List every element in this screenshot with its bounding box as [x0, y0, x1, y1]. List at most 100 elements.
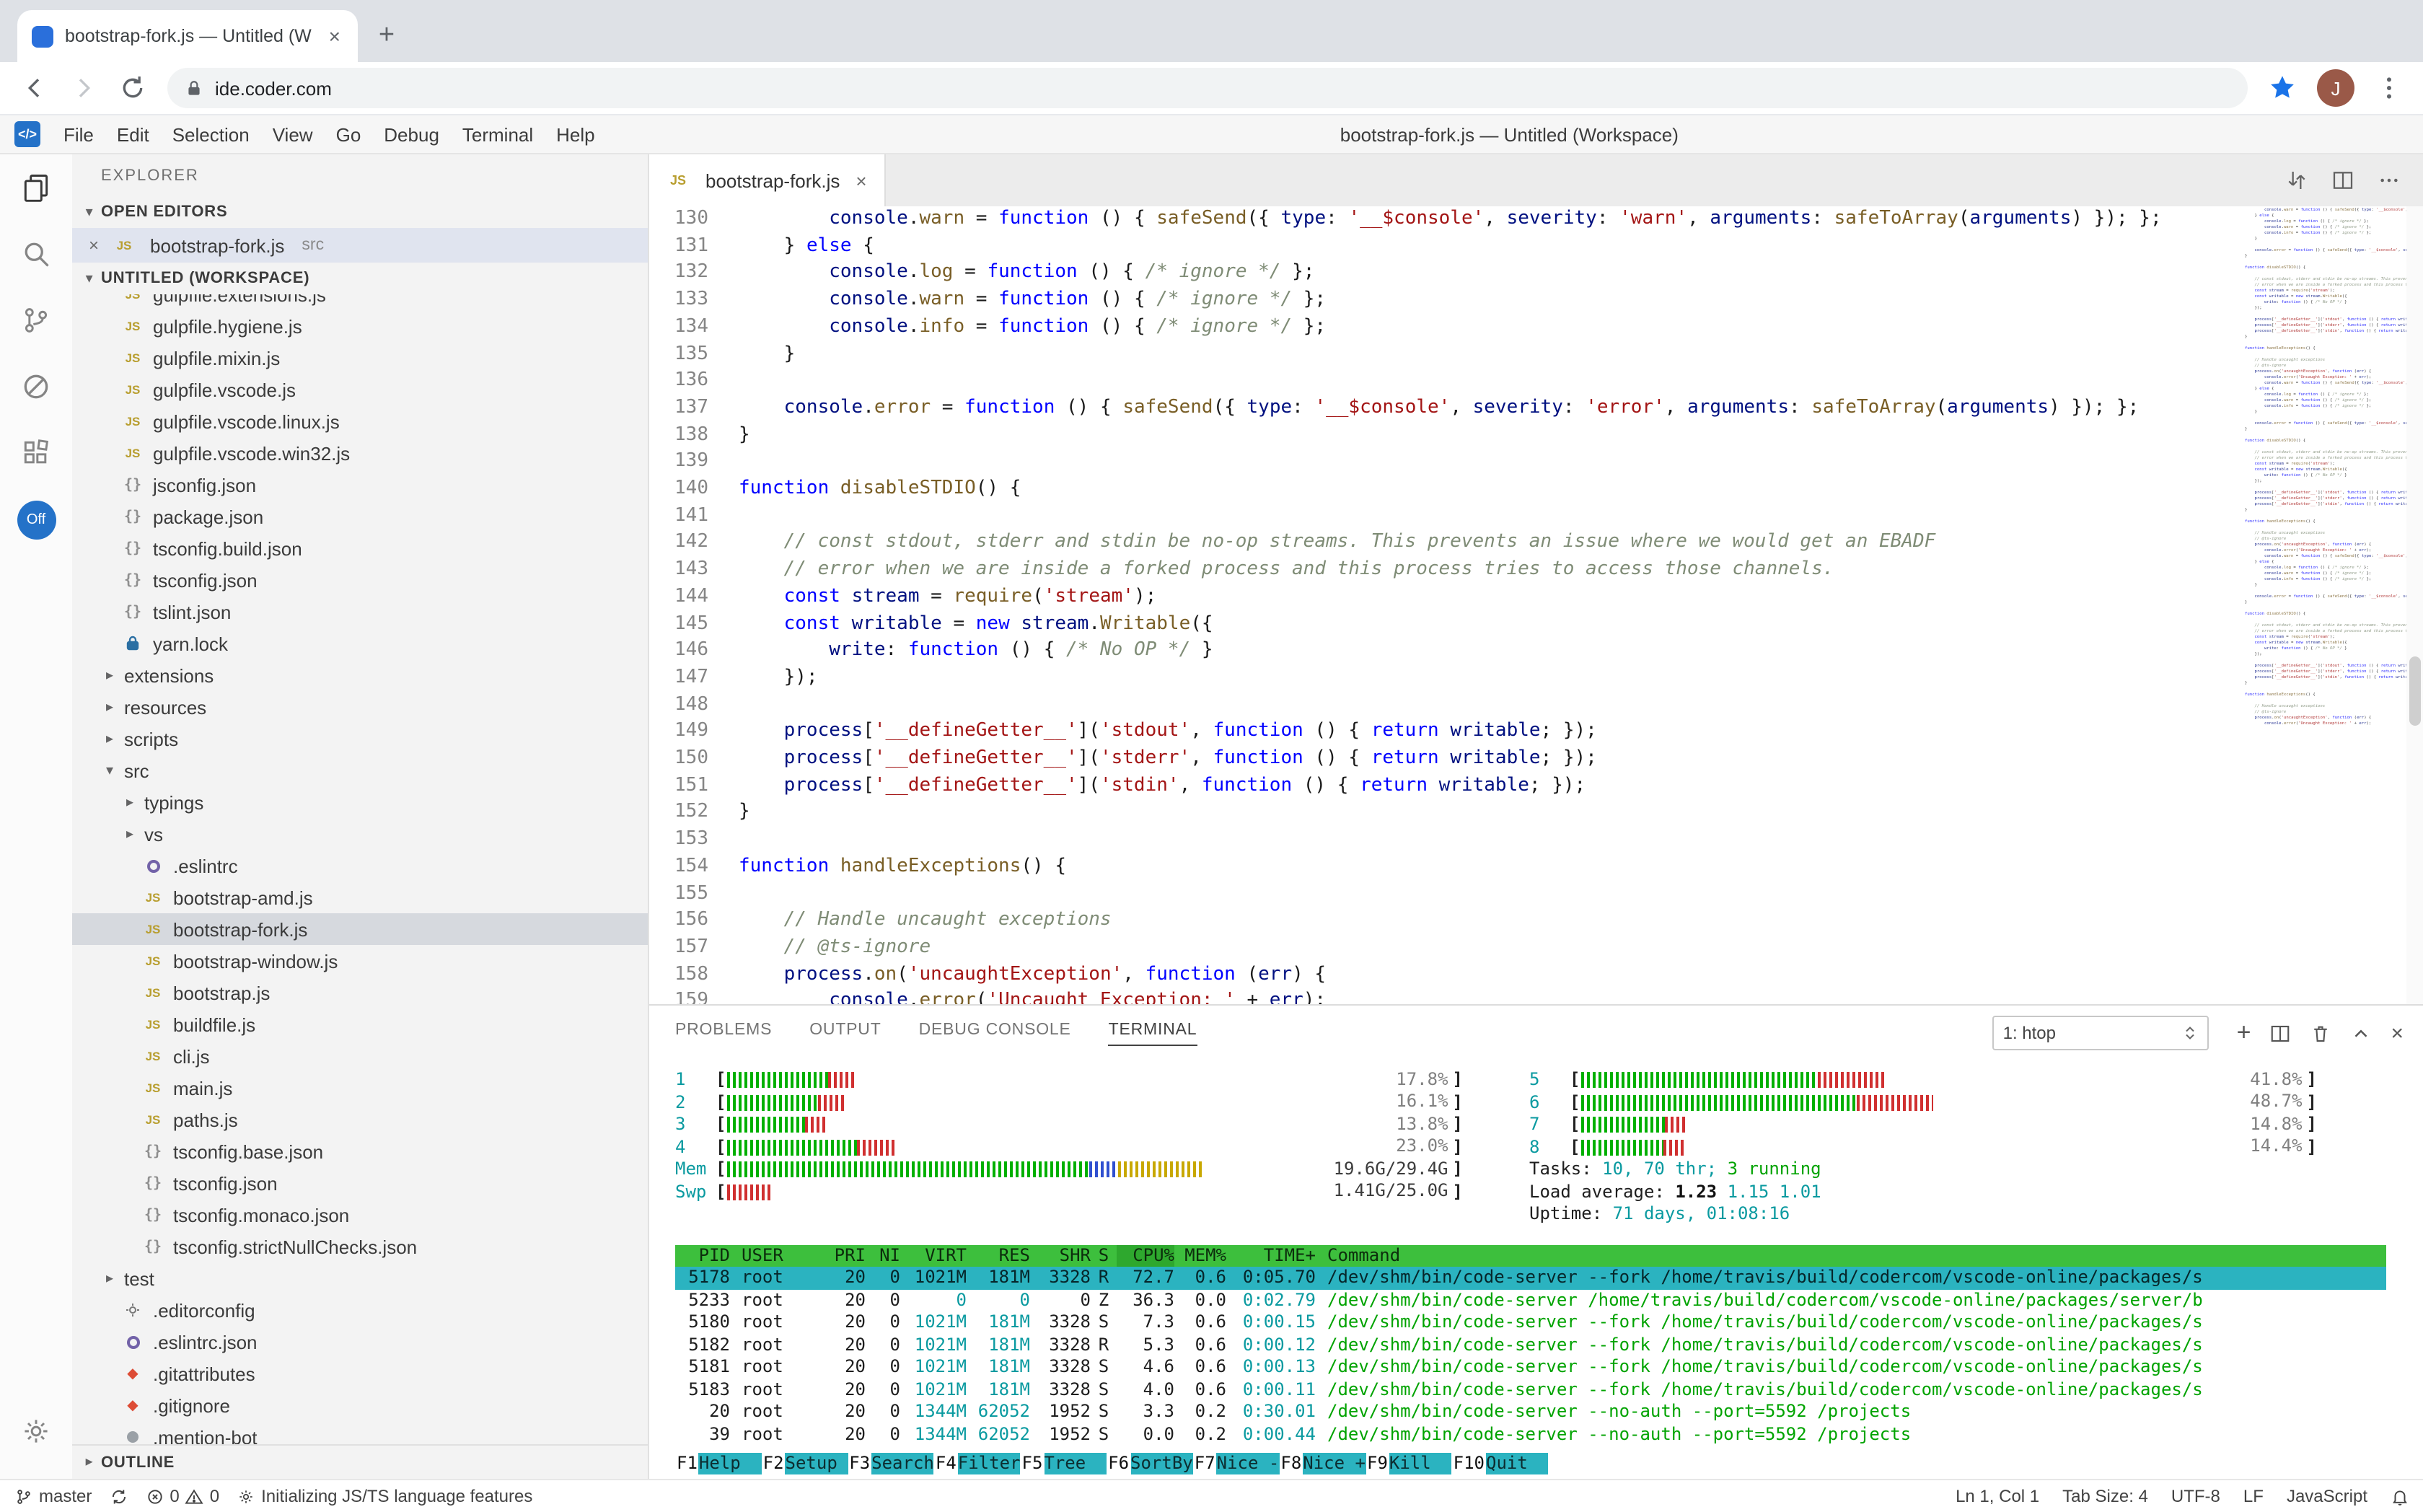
column-header-mem[interactable]: MEM%	[1174, 1244, 1226, 1267]
forward-icon[interactable]	[69, 74, 98, 102]
column-header-pid[interactable]: PID	[675, 1244, 730, 1267]
process-row[interactable]: 39root2001344M620521952S0.00.20:00.44/de…	[675, 1423, 2386, 1446]
branch-indicator[interactable]: master	[14, 1486, 92, 1506]
open-editors-header[interactable]: ▾ OPEN EDITORS	[72, 196, 648, 228]
tab-close-icon[interactable]: ×	[856, 170, 866, 191]
fkey-f3[interactable]: F3	[848, 1452, 871, 1474]
tree-item-tsconfig.monaco.json[interactable]: {}tsconfig.monaco.json	[72, 1199, 648, 1231]
bell-icon[interactable]	[2391, 1487, 2409, 1506]
column-header-ni[interactable]: NI	[866, 1244, 900, 1267]
cursor-position[interactable]: Ln 1, Col 1	[1956, 1486, 2039, 1506]
avatar[interactable]: J	[2317, 69, 2354, 107]
tree-item-gulpfile.vscode.js[interactable]: JSgulpfile.vscode.js	[72, 374, 648, 405]
column-header-s[interactable]: S	[1091, 1244, 1117, 1267]
tree-item-paths.js[interactable]: JSpaths.js	[72, 1104, 648, 1135]
tree-item-tsconfig.json[interactable]: {}tsconfig.json	[72, 564, 648, 596]
fkey-label-nice[interactable]: Nice +	[1303, 1452, 1366, 1474]
tree-item-.gitignore[interactable]: ◆.gitignore	[72, 1389, 648, 1421]
tree-folder-extensions[interactable]: ▸extensions	[72, 659, 648, 691]
editor-scrollbar[interactable]	[2406, 206, 2423, 1004]
menu-terminal[interactable]: Terminal	[451, 119, 545, 149]
code-editor[interactable]: 130 console.warn = function () { safeSen…	[649, 206, 2423, 1004]
process-row[interactable]: 5180root2001021M181M3328S7.30.60:00.15/d…	[675, 1311, 2386, 1334]
tree-folder-src[interactable]: ▾src	[72, 755, 648, 786]
off-toggle[interactable]: Off	[17, 501, 56, 540]
tree-item-tslint.json[interactable]: {}tslint.json	[72, 596, 648, 628]
extensions-icon[interactable]	[0, 420, 72, 486]
process-row[interactable]: 5182root2001021M181M3328R5.30.60:00.12/d…	[675, 1334, 2386, 1356]
tree-item-bootstrap-fork.js[interactable]: JSbootstrap-fork.js	[72, 913, 648, 945]
sync-button[interactable]	[109, 1487, 128, 1506]
fkey-f1[interactable]: F1	[675, 1452, 699, 1474]
tree-item-package.json[interactable]: {}package.json	[72, 501, 648, 532]
column-header-virt[interactable]: VIRT	[900, 1244, 967, 1267]
close-panel-icon[interactable]: ×	[2391, 1021, 2404, 1045]
panel-tab-output[interactable]: OUTPUT	[809, 1021, 881, 1045]
menu-go[interactable]: Go	[325, 119, 373, 149]
menu-selection[interactable]: Selection	[161, 119, 261, 149]
tree-folder-resources[interactable]: ▸resources	[72, 691, 648, 723]
fkey-label-kill[interactable]: Kill	[1389, 1452, 1452, 1474]
tree-item-cli.js[interactable]: JScli.js	[72, 1040, 648, 1072]
fkey-label-quit[interactable]: Quit	[1486, 1452, 1549, 1474]
menu-help[interactable]: Help	[545, 119, 607, 149]
fkey-label-tree[interactable]: Tree	[1044, 1452, 1107, 1474]
tree-folder-test[interactable]: ▸test	[72, 1262, 648, 1294]
language-mode[interactable]: JavaScript	[2287, 1486, 2367, 1506]
column-header-cpu[interactable]: CPU%	[1117, 1244, 1174, 1267]
more-actions-icon[interactable]	[2378, 169, 2401, 192]
tree-item-buildfile.js[interactable]: JSbuildfile.js	[72, 1008, 648, 1040]
tree-folder-typings[interactable]: ▸typings	[72, 786, 648, 818]
reload-icon[interactable]	[118, 74, 147, 102]
tree-item-tsconfig.base.json[interactable]: {}tsconfig.base.json	[72, 1135, 648, 1167]
fkey-f5[interactable]: F5	[1021, 1452, 1045, 1474]
panel-tab-problems[interactable]: PROBLEMS	[675, 1021, 772, 1045]
tree-item-tsconfig.build.json[interactable]: {}tsconfig.build.json	[72, 532, 648, 564]
tree-item-tsconfig.json[interactable]: {}tsconfig.json	[72, 1167, 648, 1199]
tab-close-icon[interactable]: ×	[326, 25, 343, 48]
process-row[interactable]: 5178root2001021M181M3328R72.70.60:05.70/…	[675, 1267, 2386, 1289]
column-header-res[interactable]: RES	[967, 1244, 1030, 1267]
menu-edit[interactable]: Edit	[105, 119, 161, 149]
panel-tab-debug-console[interactable]: DEBUG CONSOLE	[919, 1021, 1071, 1045]
tree-item-gulpfile.vscode.win32.js[interactable]: JSgulpfile.vscode.win32.js	[72, 437, 648, 469]
column-header-time[interactable]: TIME+	[1226, 1244, 1316, 1267]
tree-item-gulpfile.hygiene.js[interactable]: JSgulpfile.hygiene.js	[72, 310, 648, 342]
column-header-command[interactable]: Command	[1316, 1244, 2386, 1267]
tree-item-bootstrap-window.js[interactable]: JSbootstrap-window.js	[72, 945, 648, 977]
fkey-f2[interactable]: F2	[762, 1452, 786, 1474]
process-row[interactable]: 5233root200000Z36.30.00:02.79/dev/shm/bi…	[675, 1289, 2386, 1311]
settings-gear-icon[interactable]	[0, 1398, 72, 1464]
column-header-pri[interactable]: PRI	[825, 1244, 866, 1267]
new-tab-button[interactable]: +	[366, 16, 407, 56]
scrollbar-thumb[interactable]	[2409, 656, 2421, 726]
close-editor-icon[interactable]: ×	[84, 235, 104, 255]
new-terminal-button[interactable]: +	[2237, 1019, 2251, 1047]
browser-menu-icon[interactable]	[2375, 74, 2404, 102]
fkey-label-filter[interactable]: Filter	[958, 1452, 1021, 1474]
fkey-f10[interactable]: F10	[1452, 1452, 1486, 1474]
tree-item-.eslintrc.json[interactable]: .eslintrc.json	[72, 1326, 648, 1358]
editor-tab[interactable]: JS bootstrap-fork.js ×	[649, 154, 886, 206]
kill-terminal-icon[interactable]	[2310, 1022, 2331, 1044]
tree-item-bootstrap.js[interactable]: JSbootstrap.js	[72, 977, 648, 1008]
encoding-setting[interactable]: UTF-8	[2171, 1486, 2220, 1506]
fkey-label-help[interactable]: Help	[699, 1452, 762, 1474]
fkey-label-sortby[interactable]: SortBy	[1130, 1452, 1193, 1474]
column-header-user[interactable]: USER	[730, 1244, 825, 1267]
fkey-label-setup[interactable]: Setup	[786, 1452, 848, 1474]
tree-item-gulpfile.mixin.js[interactable]: JSgulpfile.mixin.js	[72, 342, 648, 374]
tree-item-gulpfile.extensions.js[interactable]: JSgulpfile.extensions.js	[72, 294, 648, 310]
fkey-label-search[interactable]: Search	[871, 1452, 934, 1474]
menu-view[interactable]: View	[261, 119, 325, 149]
split-terminal-icon[interactable]	[2269, 1022, 2291, 1044]
fkey-f8[interactable]: F8	[1279, 1452, 1303, 1474]
menu-file[interactable]: File	[52, 119, 105, 149]
tree-item-.eslintrc[interactable]: .eslintrc	[72, 850, 648, 882]
menu-debug[interactable]: Debug	[372, 119, 451, 149]
tree-item-tsconfig.strictNullChecks.json[interactable]: {}tsconfig.strictNullChecks.json	[72, 1231, 648, 1262]
language-status[interactable]: Initializing JS/TS language features	[237, 1486, 532, 1506]
bookmark-star-icon[interactable]	[2268, 74, 2297, 102]
split-editor-icon[interactable]	[2331, 169, 2354, 192]
process-row[interactable]: 20root2001344M620521952S3.30.20:30.01/de…	[675, 1401, 2386, 1423]
